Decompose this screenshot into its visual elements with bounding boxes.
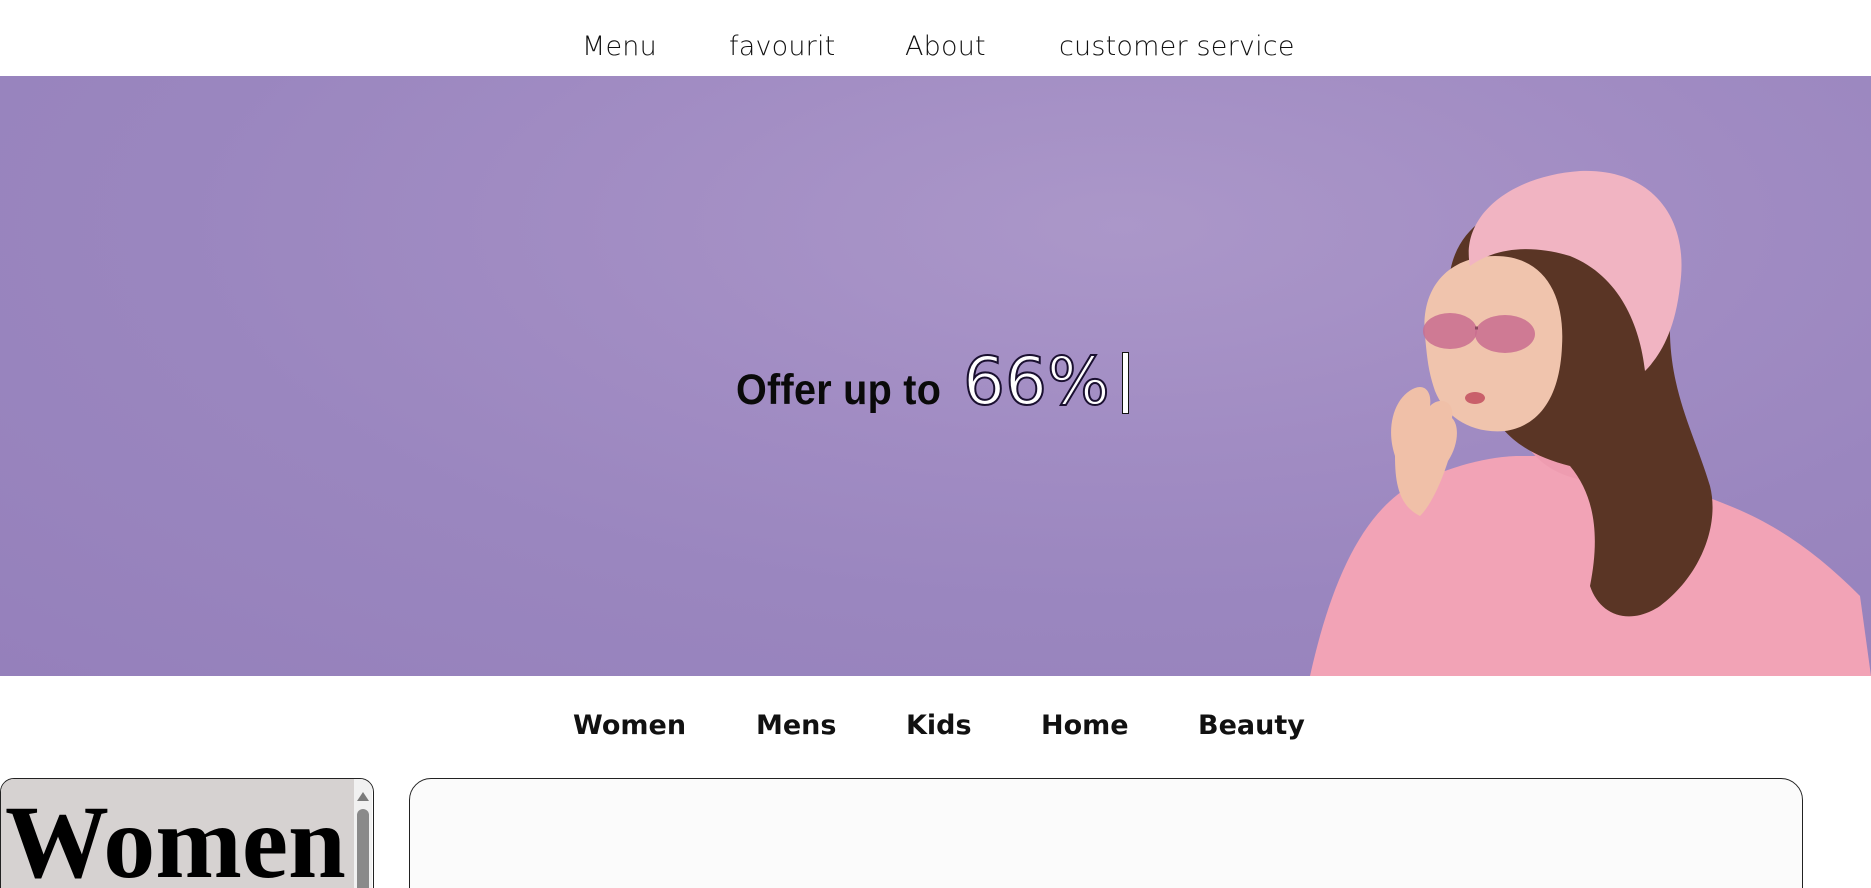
scroll-up-icon[interactable] [357, 792, 369, 801]
category-women[interactable]: Women [573, 712, 686, 739]
top-navigation: Menu favourit About customer service [0, 0, 1871, 76]
category-beauty[interactable]: Beauty [1198, 712, 1305, 739]
scrollbar-thumb[interactable] [357, 809, 369, 888]
model-sunglasses-left [1423, 313, 1477, 349]
category-mens[interactable]: Mens [756, 712, 836, 739]
hero-model-image [1310, 170, 1871, 676]
main-content-panel [409, 778, 1803, 888]
hero-offer-text: Offer up to [736, 366, 942, 414]
hero-banner: Offer up to 66% [0, 76, 1871, 676]
page: Menu favourit About customer service Off… [0, 0, 1871, 888]
category-home[interactable]: Home [1041, 712, 1129, 739]
nav-link-customer-service[interactable]: customer service [1059, 33, 1295, 60]
model-sunglasses-right [1475, 315, 1535, 353]
side-panel-scrollbar[interactable] [354, 779, 372, 888]
typing-cursor [1121, 352, 1129, 414]
side-panel: Women [0, 778, 374, 888]
nav-link-about[interactable]: About [905, 33, 986, 60]
hero-offer-value: 66% [962, 343, 1111, 420]
category-navigation: Women Mens Kids Home Beauty [0, 676, 1871, 776]
nav-link-menu[interactable]: Menu [582, 33, 657, 60]
side-panel-heading: Women [1, 779, 354, 888]
category-kids[interactable]: Kids [906, 712, 972, 739]
nav-link-favourit[interactable]: favourit [729, 33, 835, 60]
hero-headline: Offer up to 66% [736, 342, 1129, 420]
